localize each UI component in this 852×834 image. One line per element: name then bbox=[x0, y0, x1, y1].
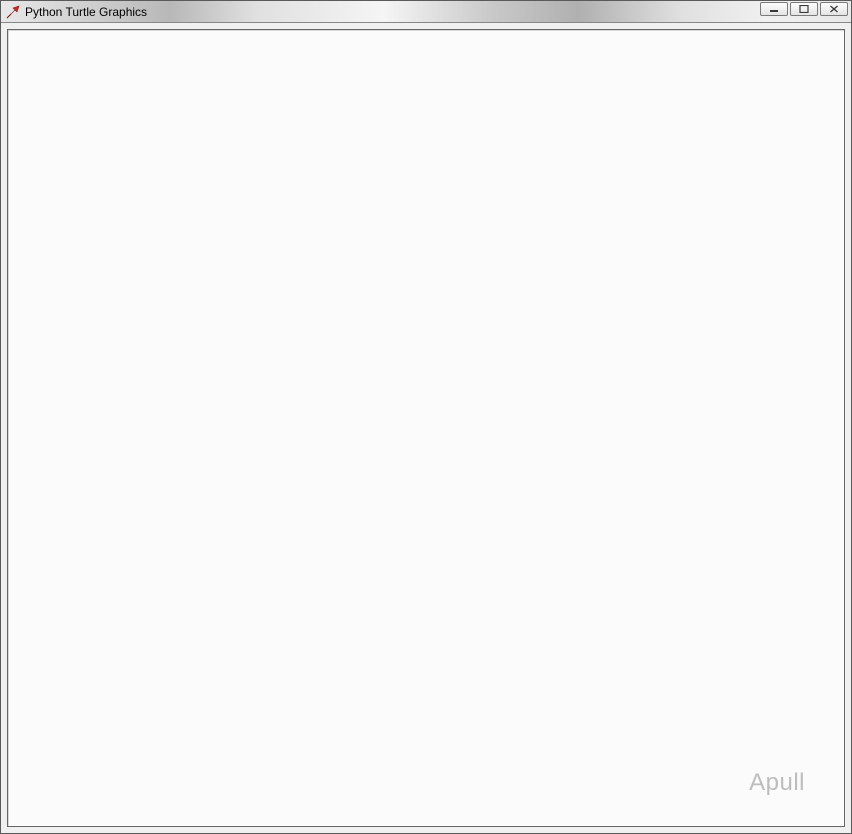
close-button[interactable] bbox=[820, 2, 848, 16]
application-window: Python Turtle Graphics A bbox=[0, 0, 852, 834]
tk-feather-icon bbox=[5, 4, 21, 20]
turtle-canvas[interactable]: Apull bbox=[9, 31, 843, 825]
window-title: Python Turtle Graphics bbox=[25, 5, 147, 19]
client-area: Apull bbox=[1, 23, 851, 833]
window-controls bbox=[760, 2, 848, 16]
minimize-button[interactable] bbox=[760, 2, 788, 16]
close-icon bbox=[829, 5, 839, 13]
canvas-frame: Apull bbox=[7, 29, 845, 827]
titlebar[interactable]: Python Turtle Graphics bbox=[1, 1, 851, 23]
watermark-text: Apull bbox=[749, 769, 805, 797]
minimize-icon bbox=[769, 5, 779, 13]
maximize-button[interactable] bbox=[790, 2, 818, 16]
maximize-icon bbox=[799, 5, 809, 13]
